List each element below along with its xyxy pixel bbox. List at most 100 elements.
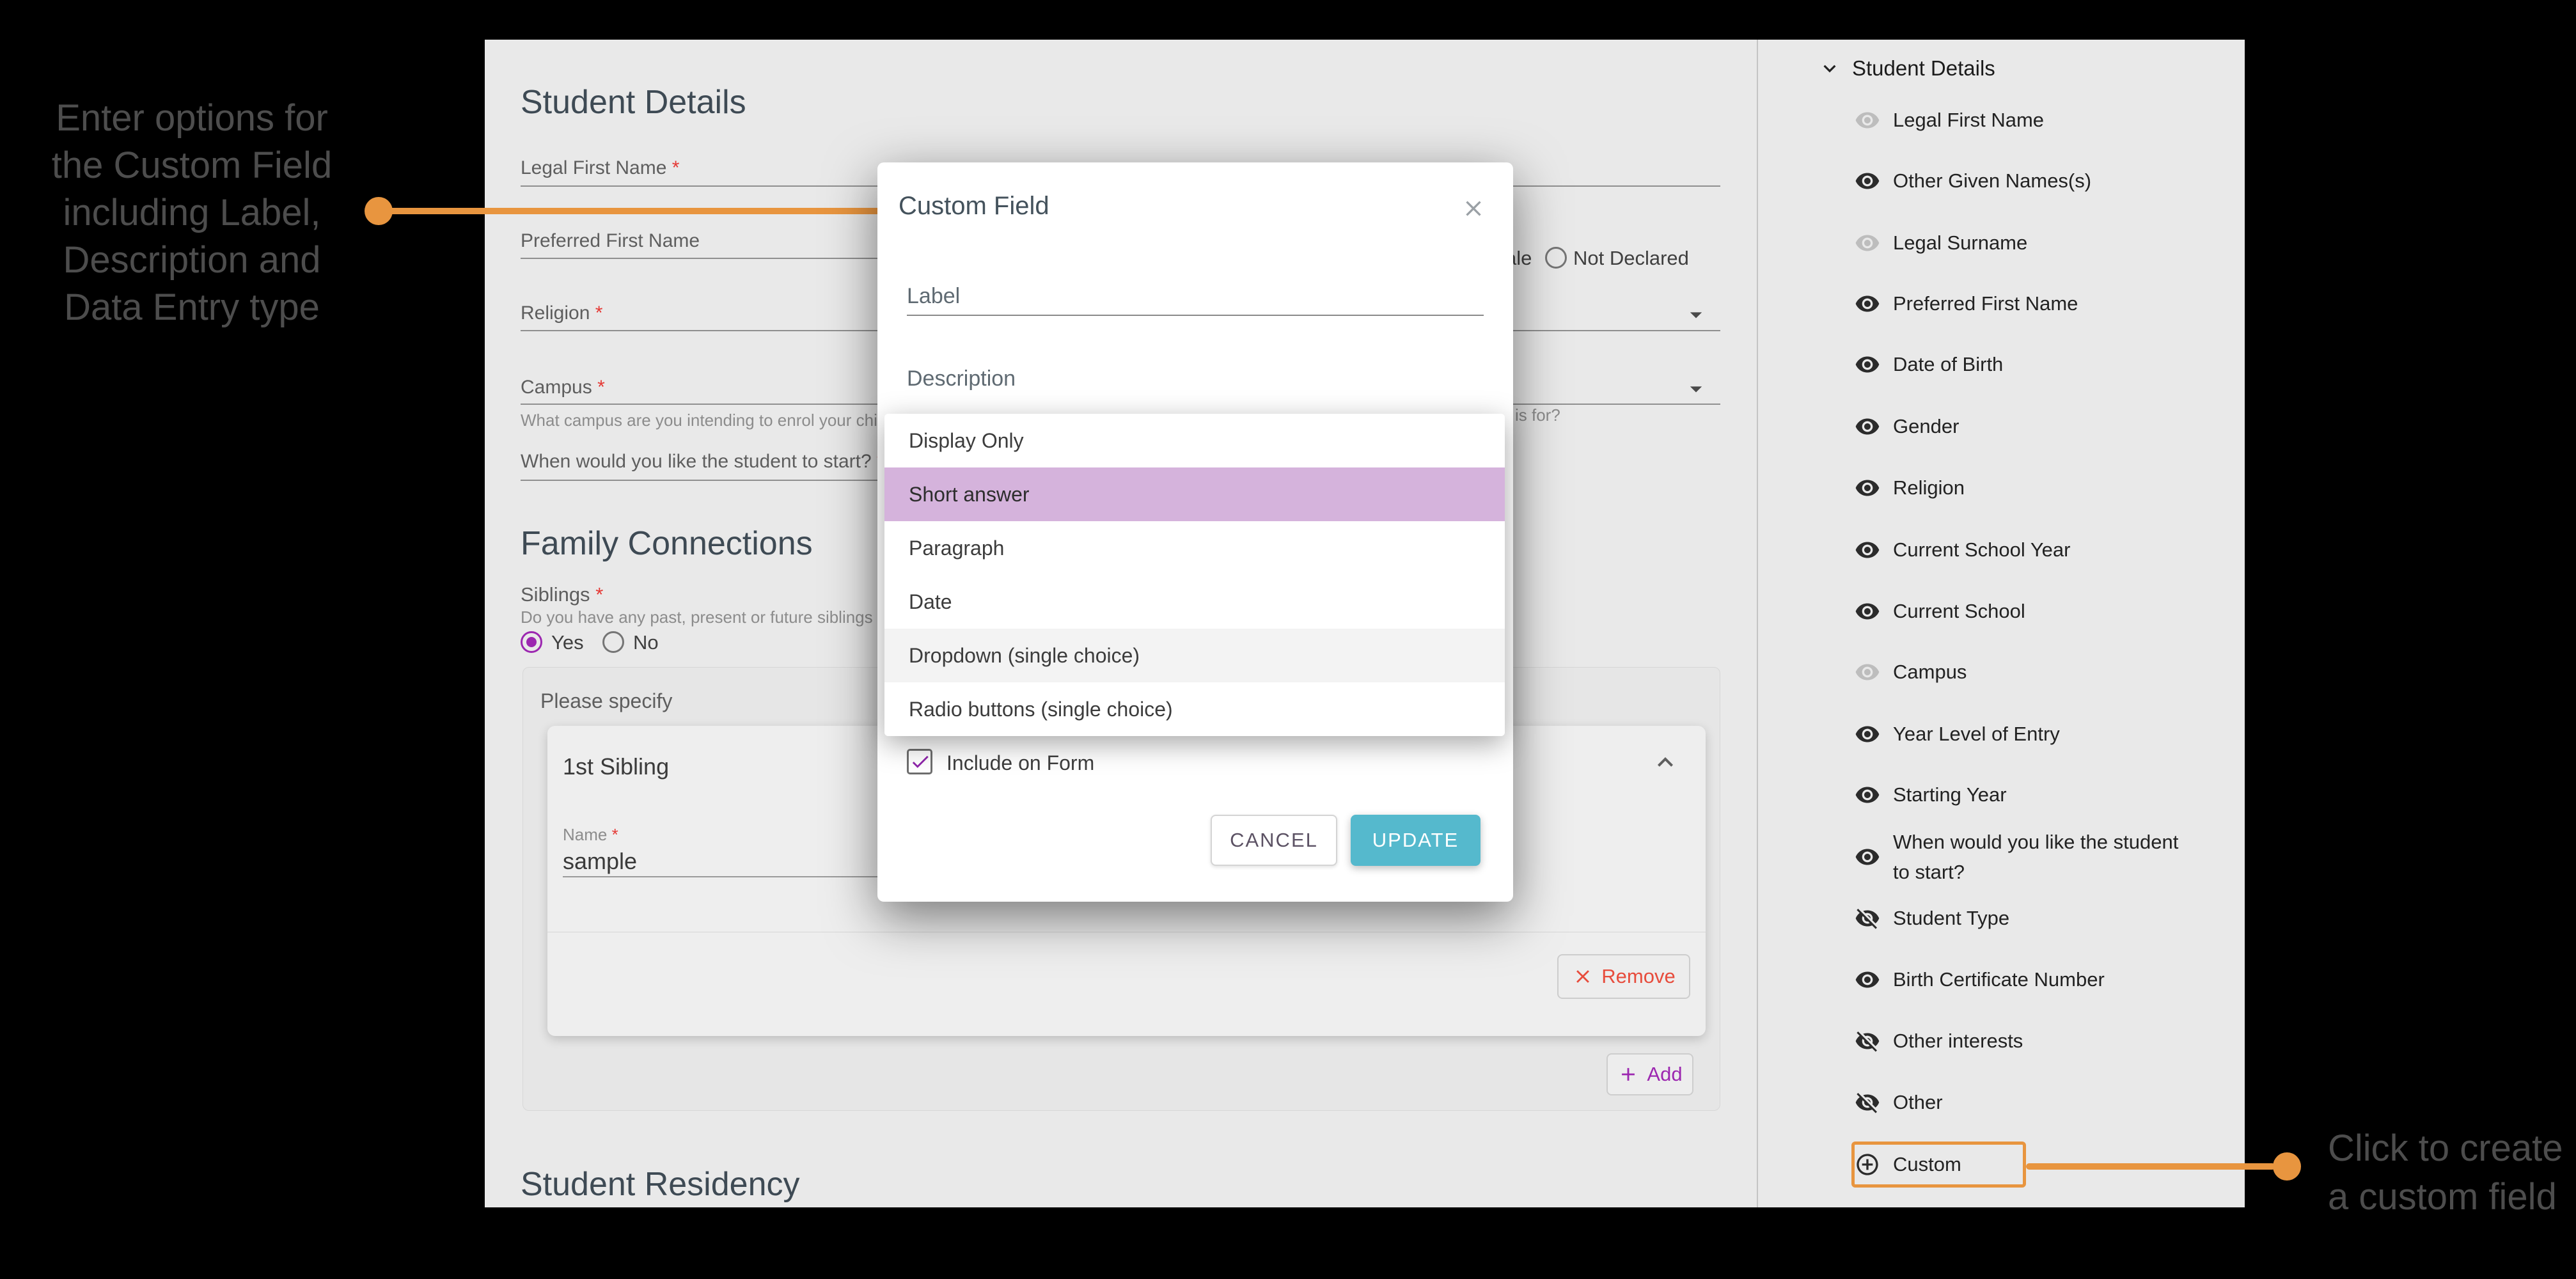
update-button[interactable]: UPDATE xyxy=(1351,815,1480,866)
add-button-label: Add xyxy=(1647,1063,1682,1086)
annotation-line: a custom field xyxy=(2328,1173,2563,1221)
visibility-icon xyxy=(1855,721,1880,747)
visibility-off-icon xyxy=(1855,906,1880,931)
modal-title: Custom Field xyxy=(899,192,1049,221)
sidebar-item-preferred-first-name[interactable]: Preferred First Name xyxy=(1855,283,2238,324)
section-title: Family Connections xyxy=(521,524,813,563)
label-field[interactable]: Label xyxy=(907,284,960,309)
sidebar-item-campus[interactable]: Campus xyxy=(1855,652,2238,693)
sidebar-item-current-school-year[interactable]: Current School Year xyxy=(1855,530,2238,570)
annotation-line: including Label, xyxy=(13,189,371,237)
visibility-icon xyxy=(1855,107,1880,133)
sidebar-item-starting-year[interactable]: Starting Year xyxy=(1855,774,2238,815)
visibility-icon xyxy=(1855,352,1880,377)
siblings-helper: Do you have any past, present or future … xyxy=(521,608,928,627)
required-asterisk: * xyxy=(595,302,603,324)
sidebar-item-other-given-names[interactable]: Other Given Names(s) xyxy=(1855,161,2238,201)
remove-button[interactable]: Remove xyxy=(1557,954,1690,999)
panel-divider xyxy=(1757,40,1758,1207)
option-display-only[interactable]: Display Only xyxy=(884,414,1505,467)
plus-icon xyxy=(1617,1063,1639,1085)
close-icon[interactable] xyxy=(1461,196,1486,221)
option-paragraph[interactable]: Paragraph xyxy=(884,521,1505,575)
description-field[interactable]: Description xyxy=(907,366,1016,391)
sidebar-group-student-details[interactable]: Student Details xyxy=(1818,48,2201,89)
right-helper-fragment: is for? xyxy=(1515,405,1560,425)
chevron-down-icon[interactable] xyxy=(1682,301,1710,329)
check-icon xyxy=(909,751,931,773)
gender-radio-not-declared-label: Not Declared xyxy=(1573,247,1689,270)
required-asterisk: * xyxy=(672,157,680,178)
sidebar-group-label: Student Details xyxy=(1852,56,1995,81)
sidebar-item-other[interactable]: Other xyxy=(1855,1082,2238,1123)
sidebar-item-when-start[interactable]: When would you like the student to start… xyxy=(1855,826,2238,888)
required-asterisk: * xyxy=(612,825,618,844)
close-icon xyxy=(1572,966,1594,987)
sidebar-item-gender[interactable]: Gender xyxy=(1855,406,2238,447)
religion-label: Religion * xyxy=(521,302,602,324)
cancel-button[interactable]: CANCEL xyxy=(1211,815,1337,866)
annotation-line: Data Entry type xyxy=(13,284,371,331)
chevron-down-icon xyxy=(1818,56,1842,81)
sidebar-item-year-level-of-entry[interactable]: Year Level of Entry xyxy=(1855,714,2238,755)
include-on-form-label: Include on Form xyxy=(946,751,1094,775)
visibility-icon xyxy=(1855,475,1880,501)
sibling-name-label: Name * xyxy=(563,825,618,845)
chevron-up-icon[interactable] xyxy=(1650,747,1681,778)
section-title: Student Details xyxy=(521,83,746,122)
option-short-answer[interactable]: Short answer xyxy=(884,467,1505,521)
siblings-radio-yes[interactable] xyxy=(521,631,542,653)
custom-highlight-box xyxy=(1851,1142,2026,1188)
sidebar-item-current-school[interactable]: Current School xyxy=(1855,591,2238,632)
visibility-icon xyxy=(1855,291,1880,317)
please-specify-label: Please specify xyxy=(540,689,672,713)
campus-helper: What campus are you intending to enrol y… xyxy=(521,411,917,430)
visibility-icon xyxy=(1855,599,1880,624)
annotation-line: the Custom Field xyxy=(13,142,371,189)
campus-label: Campus * xyxy=(521,377,605,398)
include-on-form-checkbox[interactable] xyxy=(907,749,932,774)
left-annotation: Enter options for the Custom Field inclu… xyxy=(13,95,371,331)
visibility-icon xyxy=(1855,967,1880,993)
siblings-radio-no[interactable] xyxy=(602,631,624,653)
sidebar-item-legal-first-name[interactable]: Legal First Name xyxy=(1855,100,2238,141)
visibility-icon xyxy=(1855,782,1880,808)
data-entry-type-dropdown: Display Only Short answer Paragraph Date… xyxy=(884,414,1505,736)
visibility-icon xyxy=(1855,537,1880,563)
presentation-canvas: Enter options for the Custom Field inclu… xyxy=(0,0,2576,1279)
remove-button-label: Remove xyxy=(1601,965,1675,988)
callout-dot xyxy=(2273,1152,2301,1181)
callout-line xyxy=(379,208,889,214)
sidebar-item-student-type[interactable]: Student Type xyxy=(1855,898,2238,939)
sidebar-item-other-interests[interactable]: Other interests xyxy=(1855,1021,2238,1062)
visibility-icon xyxy=(1855,844,1880,870)
visibility-off-icon xyxy=(1855,1028,1880,1054)
gender-radio-not-declared[interactable] xyxy=(1545,247,1567,269)
siblings-radio-yes-label: Yes xyxy=(551,631,584,654)
add-button[interactable]: Add xyxy=(1606,1053,1693,1095)
siblings-label: Siblings * xyxy=(521,583,603,606)
chevron-down-icon[interactable] xyxy=(1682,375,1710,403)
siblings-radio-no-label: No xyxy=(633,631,659,654)
legal-first-name-label: Legal First Name * xyxy=(521,157,679,179)
option-dropdown-single-choice[interactable]: Dropdown (single choice) xyxy=(884,629,1505,682)
label-input-underline[interactable] xyxy=(907,315,1484,316)
sidebar-item-birth-certificate-number[interactable]: Birth Certificate Number xyxy=(1855,959,2238,1000)
sidebar-item-legal-surname[interactable]: Legal Surname xyxy=(1855,223,2238,263)
sidebar-item-religion[interactable]: Religion xyxy=(1855,467,2238,508)
option-radio-buttons-single-choice[interactable]: Radio buttons (single choice) xyxy=(884,682,1505,736)
sibling-card-title: 1st Sibling xyxy=(563,753,669,780)
callout-line xyxy=(2026,1163,2275,1170)
visibility-icon xyxy=(1855,168,1880,194)
sibling-name-value[interactable]: sample xyxy=(563,848,637,875)
option-date[interactable]: Date xyxy=(884,575,1505,629)
required-asterisk: * xyxy=(595,583,603,606)
sidebar-item-date-of-birth[interactable]: Date of Birth xyxy=(1855,344,2238,385)
preferred-first-name-label: Preferred First Name xyxy=(521,230,700,252)
required-asterisk: * xyxy=(597,377,605,398)
visibility-icon xyxy=(1855,659,1880,685)
section-title: Student Residency xyxy=(521,1165,800,1204)
visibility-off-icon xyxy=(1855,1090,1880,1115)
annotation-line: Enter options for xyxy=(13,95,371,142)
annotation-line: Click to create xyxy=(2328,1124,2563,1173)
